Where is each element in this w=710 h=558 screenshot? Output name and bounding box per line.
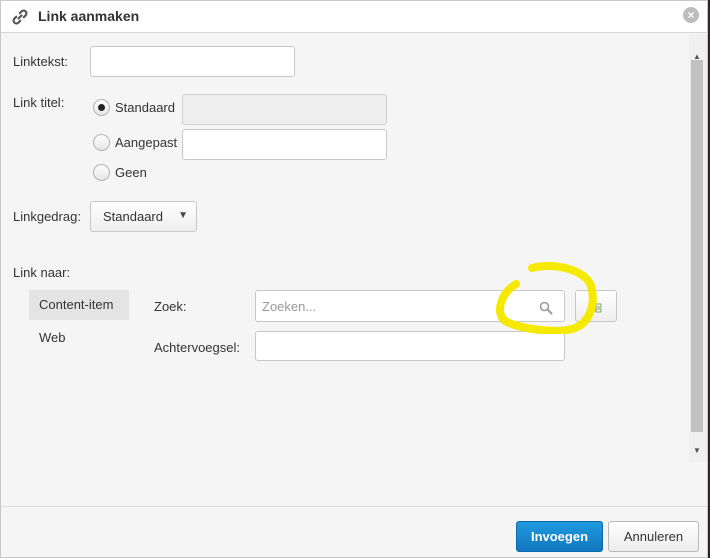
linkgedrag-select[interactable]: Standaard ▼	[90, 201, 197, 232]
close-icon[interactable]: ×	[683, 7, 699, 23]
standaard-title-field	[182, 94, 387, 125]
radio-standaard[interactable]	[93, 99, 110, 116]
radio-geen-label: Geen	[115, 165, 147, 180]
tab-web-label: Web	[39, 330, 66, 345]
search-icon[interactable]	[539, 301, 553, 315]
achtervoegsel-input[interactable]	[255, 331, 565, 361]
radio-aangepast[interactable]	[93, 134, 110, 151]
dialog-body: Linktekst: Link titel: Standaard Aangepa…	[1, 34, 689, 462]
aangepast-title-input[interactable]	[182, 129, 387, 160]
zoek-label: Zoek:	[154, 299, 187, 314]
tab-content-item[interactable]: Content-item	[29, 290, 129, 320]
sitemap-icon	[589, 299, 602, 313]
scrollbar-thumb[interactable]	[691, 60, 703, 432]
linktitel-label: Link titel:	[13, 95, 65, 110]
achtervoegsel-label: Achtervoegsel:	[154, 340, 240, 355]
link-dialog: Link aanmaken × Linktekst: Link titel: S…	[0, 0, 708, 558]
insert-button[interactable]: Invoegen	[516, 521, 603, 552]
linktekst-input[interactable]	[90, 46, 295, 77]
link-icon	[12, 9, 28, 25]
dialog-title: Link aanmaken	[38, 8, 140, 24]
zoek-field	[255, 290, 565, 322]
scroll-down-icon[interactable]: ▼	[693, 446, 701, 455]
link-naar-label: Link naar:	[13, 265, 71, 280]
zoek-input[interactable]	[255, 290, 565, 322]
tab-web[interactable]: Web	[29, 323, 129, 353]
radio-aangepast-label: Aangepast	[115, 135, 178, 150]
scrollbar[interactable]: ▲ ▼	[689, 34, 707, 462]
content-tree-button[interactable]	[575, 290, 617, 322]
cancel-button[interactable]: Annuleren	[608, 521, 699, 552]
radio-geen[interactable]	[93, 164, 110, 181]
caret-down-icon: ▼	[178, 210, 188, 221]
radio-standaard-label: Standaard	[115, 100, 175, 115]
linkgedrag-label: Linkgedrag:	[13, 209, 81, 224]
dialog-titlebar: Link aanmaken ×	[1, 1, 707, 33]
dialog-footer: Invoegen Annuleren	[1, 506, 707, 557]
tab-content-item-label: Content-item	[39, 297, 114, 312]
linktekst-label: Linktekst:	[13, 54, 68, 69]
linkgedrag-selected: Standaard	[103, 209, 163, 224]
